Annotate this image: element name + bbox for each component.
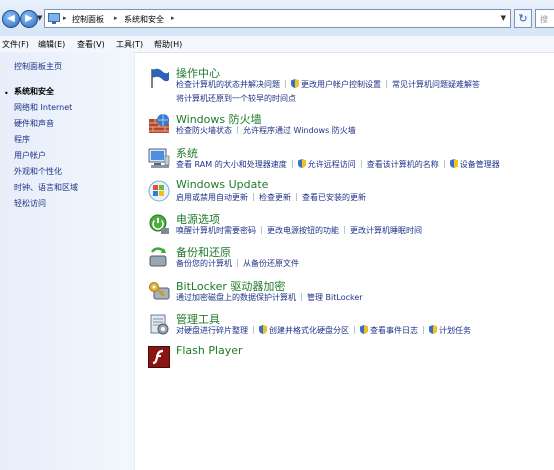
task-link[interactable]: 更改计算机睡眠时间 <box>350 225 422 236</box>
address-toolbar: ◀ ▶ ▼ ▸ 控制面板 ▸ 系统和安全 ▸ ▼ ↻ 搜 <box>0 0 554 37</box>
sidebar-item-hardware[interactable]: 硬件和声音 <box>14 118 54 129</box>
divider <box>423 326 424 334</box>
menu-help[interactable]: 帮助(H) <box>154 39 182 50</box>
category-links: 备份您的计算机 从备份还原文件 <box>176 258 299 269</box>
divider <box>386 80 387 88</box>
sidebar: 控制面板主页 • 系统和安全 网络和 Internet 硬件和声音 程序 用户帐… <box>0 52 135 470</box>
divider <box>253 326 254 334</box>
bitlocker-key-icon <box>149 282 170 300</box>
menu-file[interactable]: 文件(F) <box>2 39 29 50</box>
divider <box>237 126 238 134</box>
task-link[interactable]: 查看已安装的更新 <box>302 192 366 203</box>
action-center-flag-icon <box>151 68 169 88</box>
task-link[interactable]: 更改用户帐户控制设置 <box>301 79 381 90</box>
divider <box>360 160 362 168</box>
task-link[interactable]: 备份您的计算机 <box>176 258 232 269</box>
task-link[interactable]: 更改电源按钮的功能 <box>267 225 339 236</box>
sidebar-item-user-accounts[interactable]: 用户帐户 <box>14 150 46 161</box>
back-button[interactable]: ◀ <box>2 10 20 28</box>
refresh-button[interactable]: ↻ <box>514 9 532 28</box>
windows-update-icon <box>148 180 170 202</box>
sidebar-item-programs[interactable]: 程序 <box>14 134 30 145</box>
category-links: 对硬盘进行碎片整理 创建并格式化硬盘分区 查看事件日志 计划任务 <box>176 325 471 336</box>
uac-shield-icon <box>360 325 368 334</box>
task-link[interactable]: 检查防火墙状态 <box>176 125 232 136</box>
power-options-icon <box>149 214 169 234</box>
divider <box>354 326 355 334</box>
task-link[interactable]: 对硬盘进行碎片整理 <box>176 325 248 336</box>
task-link[interactable]: 设备管理器 <box>460 159 500 170</box>
flash-player-icon <box>148 346 170 368</box>
control-panel-icon <box>48 13 60 24</box>
category-links: 通过加密磁盘上的数据保护计算机 管理 BitLocker <box>176 292 363 303</box>
sidebar-item-ease-of-access[interactable]: 轻松访问 <box>14 198 46 209</box>
divider <box>296 193 297 201</box>
current-item-bullet: • <box>4 89 9 98</box>
category-links: 检查计算机的状态并解决问题 更改用户帐户控制设置 常见计算机问题疑难解答 <box>176 79 480 90</box>
menu-tools[interactable]: 工具(T) <box>116 39 143 50</box>
sidebar-item-clock-region[interactable]: 时钟、语言和区域 <box>14 182 78 193</box>
menu-view[interactable]: 查看(V) <box>77 39 105 50</box>
category-links: 将计算机还原到一个较早的时间点 <box>176 93 296 104</box>
sidebar-item-network[interactable]: 网络和 Internet <box>14 102 72 113</box>
task-link[interactable]: 常见计算机问题疑难解答 <box>392 79 480 90</box>
category-links: 唤醒计算机时需要密码 更改电源按钮的功能 更改计算机睡眠时间 <box>176 225 422 236</box>
task-link[interactable]: 允许远程访问 <box>308 159 356 170</box>
address-dropdown-icon[interactable]: ▼ <box>501 14 506 22</box>
history-dropdown-icon[interactable]: ▼ <box>37 14 42 22</box>
task-link[interactable]: 检查更新 <box>259 192 291 203</box>
uac-shield-icon <box>298 159 306 168</box>
menu-bar: 文件(F) 编辑(E) 查看(V) 工具(T) 帮助(H) <box>0 36 554 53</box>
uac-shield-icon <box>259 325 267 334</box>
system-computer-icon <box>148 148 170 168</box>
sidebar-item-appearance[interactable]: 外观和个性化 <box>14 166 62 177</box>
backup-restore-icon <box>149 247 167 267</box>
breadcrumb-system-security[interactable]: 系统和安全 <box>124 14 164 25</box>
category-title[interactable]: Windows Update <box>176 178 268 191</box>
divider <box>237 259 238 267</box>
menu-edit[interactable]: 编辑(E) <box>38 39 65 50</box>
uac-shield-icon <box>429 325 437 334</box>
task-link[interactable]: 将计算机还原到一个较早的时间点 <box>176 93 296 104</box>
task-link[interactable]: 启用或禁用自动更新 <box>176 192 248 203</box>
task-link[interactable]: 唤醒计算机时需要密码 <box>176 225 256 236</box>
breadcrumb-arrow-icon[interactable]: ▸ <box>114 14 118 22</box>
divider <box>261 226 262 234</box>
task-link[interactable]: 计划任务 <box>439 325 471 336</box>
breadcrumb-control-panel[interactable]: 控制面板 <box>72 14 104 25</box>
sidebar-home-link[interactable]: 控制面板主页 <box>14 61 62 72</box>
admin-tools-icon <box>150 314 169 335</box>
task-link[interactable]: 管理 BitLocker <box>307 292 363 303</box>
divider <box>291 160 293 168</box>
task-link[interactable]: 通过加密磁盘上的数据保护计算机 <box>176 292 296 303</box>
category-title[interactable]: Flash Player <box>176 344 243 357</box>
uac-shield-icon <box>450 159 458 168</box>
divider <box>285 80 286 88</box>
task-link[interactable]: 查看该计算机的名称 <box>367 159 439 170</box>
sidebar-item-system-security: 系统和安全 <box>14 87 54 96</box>
category-links: 查看 RAM 的大小和处理器速度 允许远程访问 查看该计算机的名称 设备管理器 <box>176 159 500 170</box>
address-bar[interactable]: ▸ 控制面板 ▸ 系统和安全 ▸ ▼ <box>44 9 511 28</box>
search-input[interactable]: 搜 <box>535 9 554 28</box>
divider <box>443 160 445 168</box>
category-links: 启用或禁用自动更新 检查更新 查看已安装的更新 <box>176 192 366 203</box>
task-link[interactable]: 查看事件日志 <box>370 325 418 336</box>
category-links: 检查防火墙状态 允许程序通过 Windows 防火墙 <box>176 125 356 136</box>
task-link[interactable]: 允许程序通过 Windows 防火墙 <box>243 125 356 136</box>
task-link[interactable]: 从备份还原文件 <box>243 258 299 269</box>
firewall-icon <box>149 114 169 133</box>
forward-button[interactable]: ▶ <box>20 10 38 28</box>
task-link[interactable]: 查看 RAM 的大小和处理器速度 <box>176 159 287 170</box>
breadcrumb-arrow-icon[interactable]: ▸ <box>63 14 67 22</box>
task-link[interactable]: 创建并格式化硬盘分区 <box>269 325 349 336</box>
divider <box>344 226 345 234</box>
uac-shield-icon <box>291 79 299 88</box>
divider <box>253 193 254 201</box>
breadcrumb-arrow-icon[interactable]: ▸ <box>171 14 175 22</box>
task-link[interactable]: 检查计算机的状态并解决问题 <box>176 79 280 90</box>
divider <box>301 293 302 301</box>
